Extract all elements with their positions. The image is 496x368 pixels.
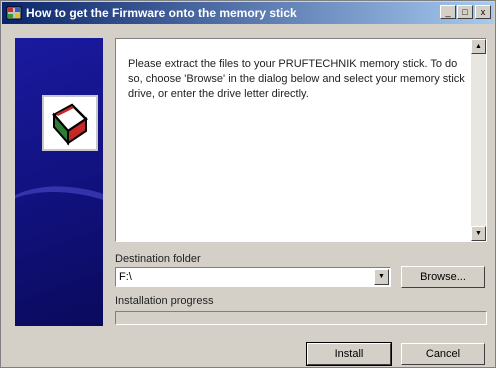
install-button[interactable]: Install — [306, 342, 392, 366]
maximize-icon: □ — [462, 7, 468, 17]
instructions-scrollbar[interactable]: ▲ ▼ — [471, 39, 486, 241]
installation-progress-label: Installation progress — [115, 295, 214, 307]
scroll-up-icon: ▲ — [475, 43, 482, 50]
minimize-button[interactable]: _ — [440, 5, 456, 19]
browse-button[interactable]: Browse... — [401, 266, 485, 288]
instructions-text: Please extract the files to your PRUFTEC… — [128, 58, 465, 100]
scroll-down-icon: ▼ — [475, 230, 482, 237]
close-button[interactable]: x — [475, 5, 491, 19]
installer-app-icon — [6, 5, 22, 21]
destination-folder-label: Destination folder — [115, 253, 201, 265]
scroll-up-button[interactable]: ▲ — [471, 39, 486, 54]
instructions-panel: Please extract the files to your PRUFTEC… — [115, 38, 487, 242]
close-icon: x — [480, 7, 486, 17]
scroll-down-button[interactable]: ▼ — [471, 226, 486, 241]
cancel-button[interactable]: Cancel — [401, 343, 485, 365]
destination-dropdown-button[interactable]: ▼ — [374, 269, 389, 285]
branding-sidebar — [15, 38, 103, 326]
destination-folder-value[interactable]: F:\ — [119, 271, 132, 283]
minimize-icon: _ — [445, 7, 451, 17]
sidebar-wave-decoration — [15, 174, 103, 288]
title-bar[interactable]: How to get the Firmware onto the memory … — [2, 2, 494, 24]
window-title: How to get the Firmware onto the memory … — [26, 6, 297, 20]
maximize-button[interactable]: □ — [457, 5, 473, 19]
installer-window: How to get the Firmware onto the memory … — [0, 0, 496, 368]
product-logo — [42, 95, 98, 151]
installation-progress-bar — [115, 311, 487, 325]
chevron-down-icon: ▼ — [378, 273, 385, 280]
destination-folder-combobox[interactable]: F:\ ▼ — [115, 267, 391, 287]
